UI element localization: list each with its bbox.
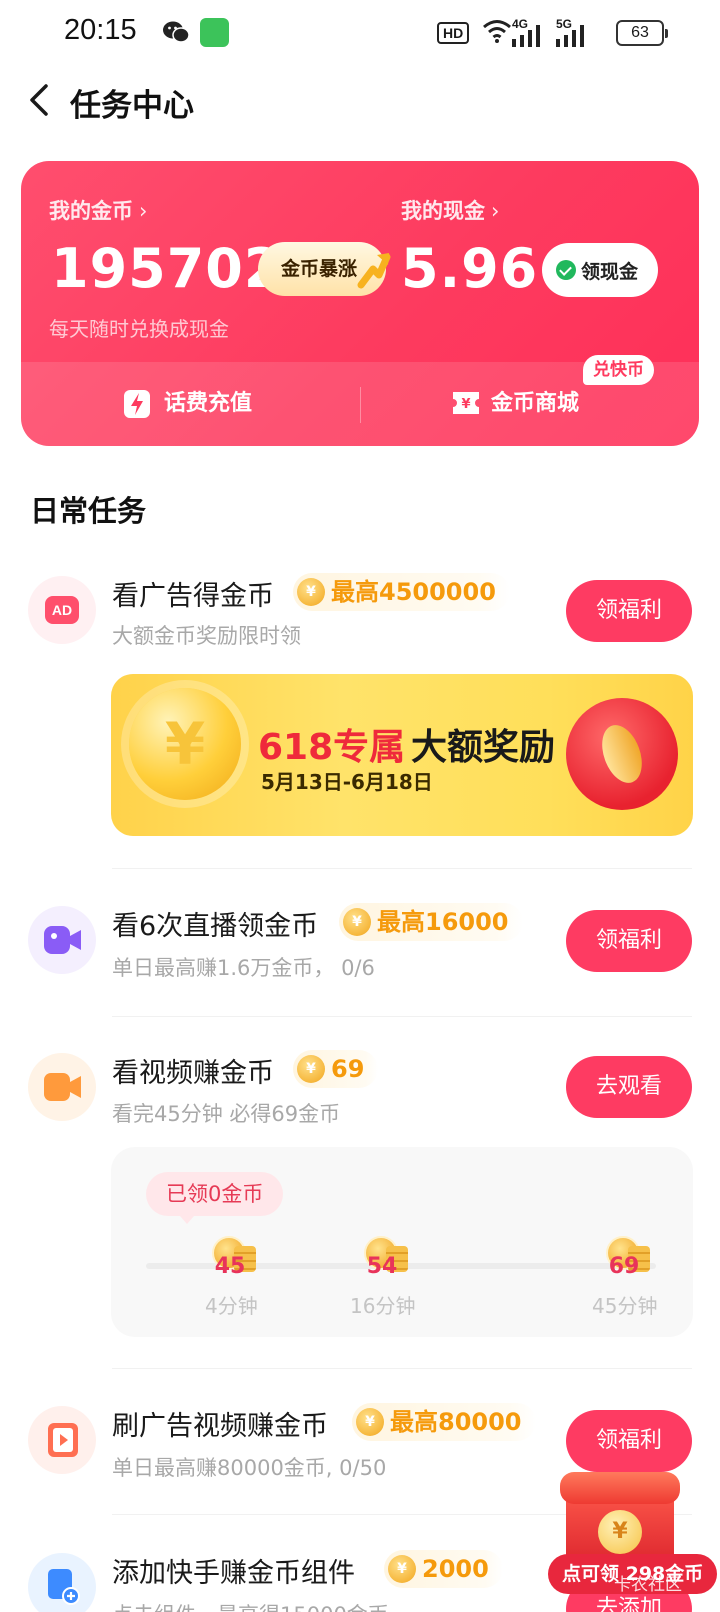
coin-icon xyxy=(356,1408,384,1436)
coin-mall-link[interactable]: ¥ 金币商城 xyxy=(451,384,611,424)
play-doc-icon xyxy=(28,1406,96,1474)
task-subtitle: 看完45分钟 必得69金币 xyxy=(112,1102,341,1126)
milestone-value: 45 xyxy=(214,1254,246,1279)
watermark: 卡农社区 xyxy=(614,1575,682,1595)
task-title: 刷广告视频赚金币 xyxy=(112,1411,328,1442)
video-icon xyxy=(28,1053,96,1121)
reward-badge: 69 xyxy=(293,1050,379,1088)
section-title: 日常任务 xyxy=(30,494,147,528)
get-cash-button[interactable]: 领现金 xyxy=(542,243,658,297)
milestone-time: 45分钟 xyxy=(592,1294,658,1318)
coin-icon xyxy=(388,1555,416,1583)
milestone-time: 4分钟 xyxy=(205,1294,258,1318)
status-bar: 20:15 HD 4G 5G 63 xyxy=(0,0,720,64)
chevron-right-icon: › xyxy=(491,199,500,223)
milestone-coin: 54 xyxy=(356,1232,426,1284)
coin-icon xyxy=(598,1510,642,1554)
back-arrow-icon[interactable] xyxy=(22,82,58,118)
milestone-time: 16分钟 xyxy=(350,1294,416,1318)
status-time: 20:15 xyxy=(64,14,137,46)
milestone-value: 69 xyxy=(608,1254,640,1279)
lightning-icon xyxy=(124,390,150,418)
task-subtitle: 单日最高赚80000金币, 0/50 xyxy=(112,1456,387,1480)
banner-title-red: 618专属 xyxy=(258,727,406,768)
signal-5g-icon: 5G xyxy=(556,17,588,47)
milestone-coin: 45 xyxy=(204,1232,274,1284)
phone-recharge-link[interactable]: 话费充值 xyxy=(124,384,284,424)
task-subtitle: 单日最高赚1.6万金币， 0/6 xyxy=(112,956,375,980)
coin-icon xyxy=(297,1055,325,1083)
signal-4g-icon: 4G xyxy=(512,17,544,47)
coin-card: 我的金币 › 195702 金币暴涨 我的现金 › 5.96 领现金 每天随时兑换成… xyxy=(21,161,699,446)
task-subtitle: 大额金币奖励限时领 xyxy=(112,624,301,648)
exchange-badge: 兑快币 xyxy=(583,355,654,385)
promo-banner-618[interactable]: 618专属 大额奖励 5月13日-6月18日 xyxy=(111,674,693,836)
wifi-icon xyxy=(483,20,511,43)
coins-value: 195702 xyxy=(51,237,283,300)
live-camera-icon xyxy=(28,906,96,974)
cash-value: 5.96 xyxy=(401,237,539,300)
claim-welfare-button[interactable]: 领福利 xyxy=(566,1410,692,1472)
get-cash-label: 领现金 xyxy=(581,261,639,283)
banner-date: 5月13日-6月18日 xyxy=(261,770,433,794)
wechat-pay-check-icon xyxy=(556,260,576,280)
my-cash-link[interactable]: 我的现金 › xyxy=(401,195,499,225)
claim-welfare-button[interactable]: 领福利 xyxy=(566,910,692,972)
rising-arrow-icon xyxy=(357,253,391,289)
message-app-icon xyxy=(200,18,229,47)
hd-voice-icon: HD xyxy=(437,22,470,44)
reward-badge: 最高80000 xyxy=(352,1403,536,1441)
my-coins-link[interactable]: 我的金币 › xyxy=(49,195,147,225)
coin-icon xyxy=(343,908,371,936)
banner-title-black: 大额奖励 xyxy=(411,727,556,768)
red-coin-badge xyxy=(566,698,678,810)
reward-badge: 最高4500000 xyxy=(293,573,510,611)
divider xyxy=(112,1368,692,1369)
card-subtitle: 每天随时兑换成现金 xyxy=(49,317,229,341)
chevron-right-icon: › xyxy=(139,199,148,223)
task-title: 看视频赚金币 xyxy=(112,1058,274,1089)
page-title: 任务中心 xyxy=(70,88,194,124)
claim-welfare-button[interactable]: 领福利 xyxy=(566,580,692,642)
divider xyxy=(112,868,692,869)
my-coins-label: 我的金币 xyxy=(49,199,133,223)
svg-text:¥: ¥ xyxy=(461,397,470,412)
phone-recharge-label: 话费充值 xyxy=(164,391,253,416)
coupon-ticket-icon: ¥ xyxy=(453,392,479,414)
coin-mall-label: 金币商城 xyxy=(491,391,580,416)
task-title: 看6次直播领金币 xyxy=(112,911,319,942)
divider xyxy=(112,1016,692,1017)
task-subtitle: 点击组件，最高得15000金币 xyxy=(112,1599,389,1612)
ad-icon: AD xyxy=(28,576,96,644)
task-title: 看广告得金币 xyxy=(112,581,274,612)
milestone-coin: 69 xyxy=(598,1232,668,1284)
wechat-icon xyxy=(163,21,190,43)
go-watch-button[interactable]: 去观看 xyxy=(566,1056,692,1118)
coin-icon xyxy=(297,578,325,606)
divider xyxy=(360,387,361,423)
battery-indicator: 63 xyxy=(616,20,668,46)
reward-badge: 最高16000 xyxy=(339,903,523,941)
my-cash-label: 我的现金 xyxy=(401,199,485,223)
task-title: 添加快手赚金币组件 xyxy=(112,1558,355,1589)
claimed-coins-pill: 已领0金币 xyxy=(146,1172,284,1224)
milestone-value: 54 xyxy=(366,1254,398,1279)
gold-coin-illustration xyxy=(129,688,241,800)
reward-badge: 2000 xyxy=(384,1550,503,1588)
widget-add-icon xyxy=(28,1553,96,1612)
